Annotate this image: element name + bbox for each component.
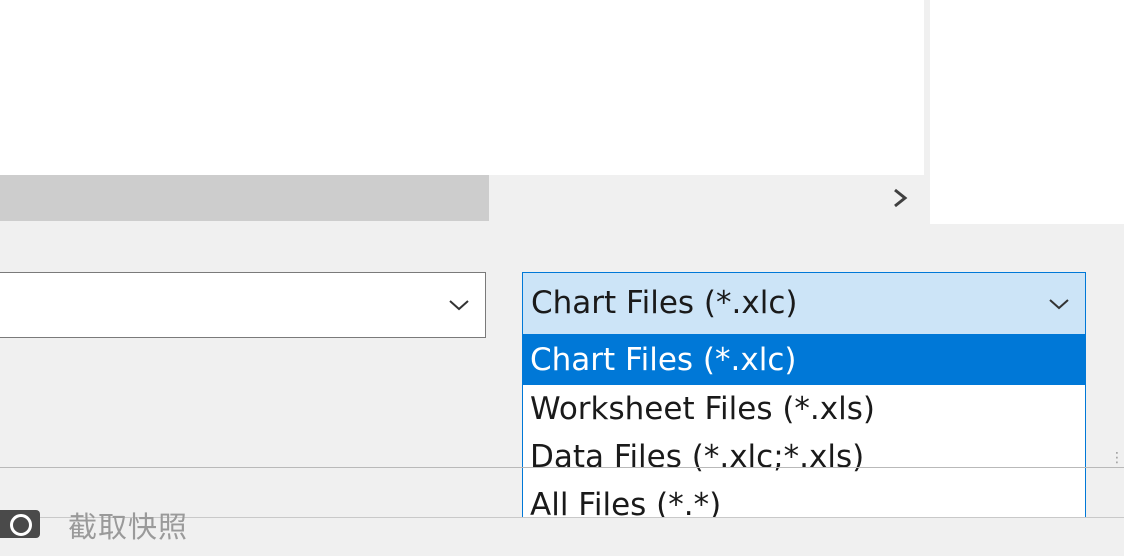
snapshot-label[interactable]: 截取快照 [68, 504, 188, 546]
chevron-down-icon[interactable] [1047, 296, 1071, 312]
file-type-option-worksheet[interactable]: Worksheet Files (*.xls) [523, 385, 1085, 433]
file-type-selected-value: Chart Files (*.xlc) [531, 285, 798, 321]
file-type-option-data[interactable]: Data Files (*.xlc;*.xls) [523, 433, 1085, 481]
file-type-dropdown-list: Chart Files (*.xlc) Worksheet Files (*.x… [522, 335, 1086, 531]
chevron-right-icon [894, 188, 908, 208]
preview-pane [930, 0, 1124, 224]
camera-icon[interactable] [0, 510, 40, 538]
file-type-combobox[interactable]: Chart Files (*.xlc) [522, 272, 1086, 335]
file-list-pane[interactable] [0, 0, 924, 175]
scroll-right-button[interactable] [884, 175, 916, 221]
divider [0, 467, 1124, 468]
file-name-combobox[interactable] [0, 272, 486, 338]
file-type-option-chart[interactable]: Chart Files (*.xlc) [523, 335, 1085, 385]
scrollbar-thumb[interactable] [0, 175, 489, 221]
chevron-down-icon[interactable] [447, 297, 471, 313]
resize-grip-icon[interactable]: ⋮⋮ [1110, 450, 1124, 466]
horizontal-scrollbar[interactable] [0, 175, 924, 222]
